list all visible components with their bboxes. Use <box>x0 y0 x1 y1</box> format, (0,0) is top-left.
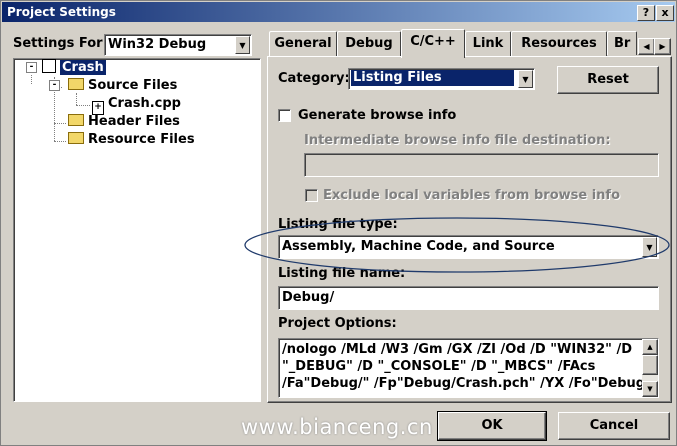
tab-link[interactable]: Link <box>465 31 511 56</box>
collapse-icon[interactable]: - <box>26 62 37 73</box>
chevron-down-icon[interactable]: ▼ <box>642 237 657 257</box>
tab-c-cpp[interactable]: C/C++ <box>401 29 465 58</box>
category-value: Listing Files <box>351 70 514 86</box>
project-settings-dialog: Project Settings ? x Settings For: Win32… <box>0 0 677 446</box>
tree-item-crash-cpp[interactable]: + Crash.cpp <box>92 95 181 115</box>
folder-icon <box>68 114 84 126</box>
scroll-down-icon[interactable]: ▼ <box>642 381 658 397</box>
category-label: Category: <box>278 71 350 86</box>
settings-for-combo[interactable]: Win32 Debug ▼ <box>104 34 252 56</box>
tab-scroll-right-icon[interactable]: ▶ <box>654 38 671 55</box>
project-icon <box>42 59 56 73</box>
settings-for-value: Win32 Debug <box>108 37 207 52</box>
tab-browse-info[interactable]: Br <box>607 31 637 55</box>
listing-type-label: Listing file type: <box>278 217 398 232</box>
listing-name-label: Listing file name: <box>278 266 406 281</box>
window-title: Project Settings <box>7 5 116 19</box>
exclude-local-vars-label: Exclude local variables from browse info <box>323 188 621 203</box>
cancel-button[interactable]: Cancel <box>558 412 670 440</box>
title-bar: Project Settings ? x <box>2 2 675 22</box>
exclude-local-vars-checkbox[interactable] <box>305 189 318 202</box>
scroll-up-icon[interactable]: ▲ <box>642 339 658 355</box>
tree-item-source-files[interactable]: Source Files <box>68 77 177 94</box>
browse-dest-field[interactable] <box>304 153 659 177</box>
listing-type-combo[interactable]: Assembly, Machine Code, and Source ▼ <box>278 235 659 259</box>
chevron-down-icon[interactable]: ▼ <box>235 36 250 54</box>
project-options-textarea[interactable]: /nologo /MLd /W3 /Gm /GX /ZI /Od /D "WIN… <box>278 338 659 398</box>
category-combo[interactable]: Listing Files ▼ <box>348 68 535 90</box>
ok-button[interactable]: OK <box>437 411 547 441</box>
listing-name-input[interactable]: Debug/ <box>278 286 659 310</box>
reset-button[interactable]: Reset <box>557 66 659 94</box>
folder-icon <box>68 78 84 90</box>
tree-item-resource-files[interactable]: Resource Files <box>68 131 195 148</box>
tab-page: Category: Listing Files ▼ Reset Generate… <box>267 56 672 403</box>
scrollbar[interactable]: ▲ ▼ <box>642 339 658 397</box>
watermark-text: www.bianceng.cn <box>241 415 433 439</box>
tree-item-header-files[interactable]: Header Files <box>68 113 180 130</box>
tab-scroll-left-icon[interactable]: ◀ <box>638 38 655 55</box>
project-tree[interactable]: - Crash - Source Files + Crash.cpp Header… <box>13 58 261 402</box>
generate-browse-info-checkbox[interactable] <box>278 109 291 122</box>
folder-icon <box>68 132 84 144</box>
help-button[interactable]: ? <box>637 5 655 21</box>
generate-browse-info-label: Generate browse info <box>298 108 457 123</box>
tab-resources[interactable]: Resources <box>511 31 607 56</box>
project-options-label: Project Options: <box>278 316 397 331</box>
collapse-icon[interactable]: - <box>49 80 60 91</box>
tree-item-crash[interactable]: Crash <box>42 59 106 76</box>
listing-type-value: Assembly, Machine Code, and Source <box>282 239 555 254</box>
close-button[interactable]: x <box>656 5 674 21</box>
tab-general[interactable]: General <box>269 31 337 56</box>
settings-for-label: Settings For: <box>13 36 108 51</box>
scroll-thumb[interactable] <box>642 355 658 375</box>
chevron-down-icon[interactable]: ▼ <box>518 70 533 88</box>
tab-debug[interactable]: Debug <box>337 31 401 56</box>
browse-dest-label: Intermediate browse info file destinatio… <box>304 133 611 148</box>
